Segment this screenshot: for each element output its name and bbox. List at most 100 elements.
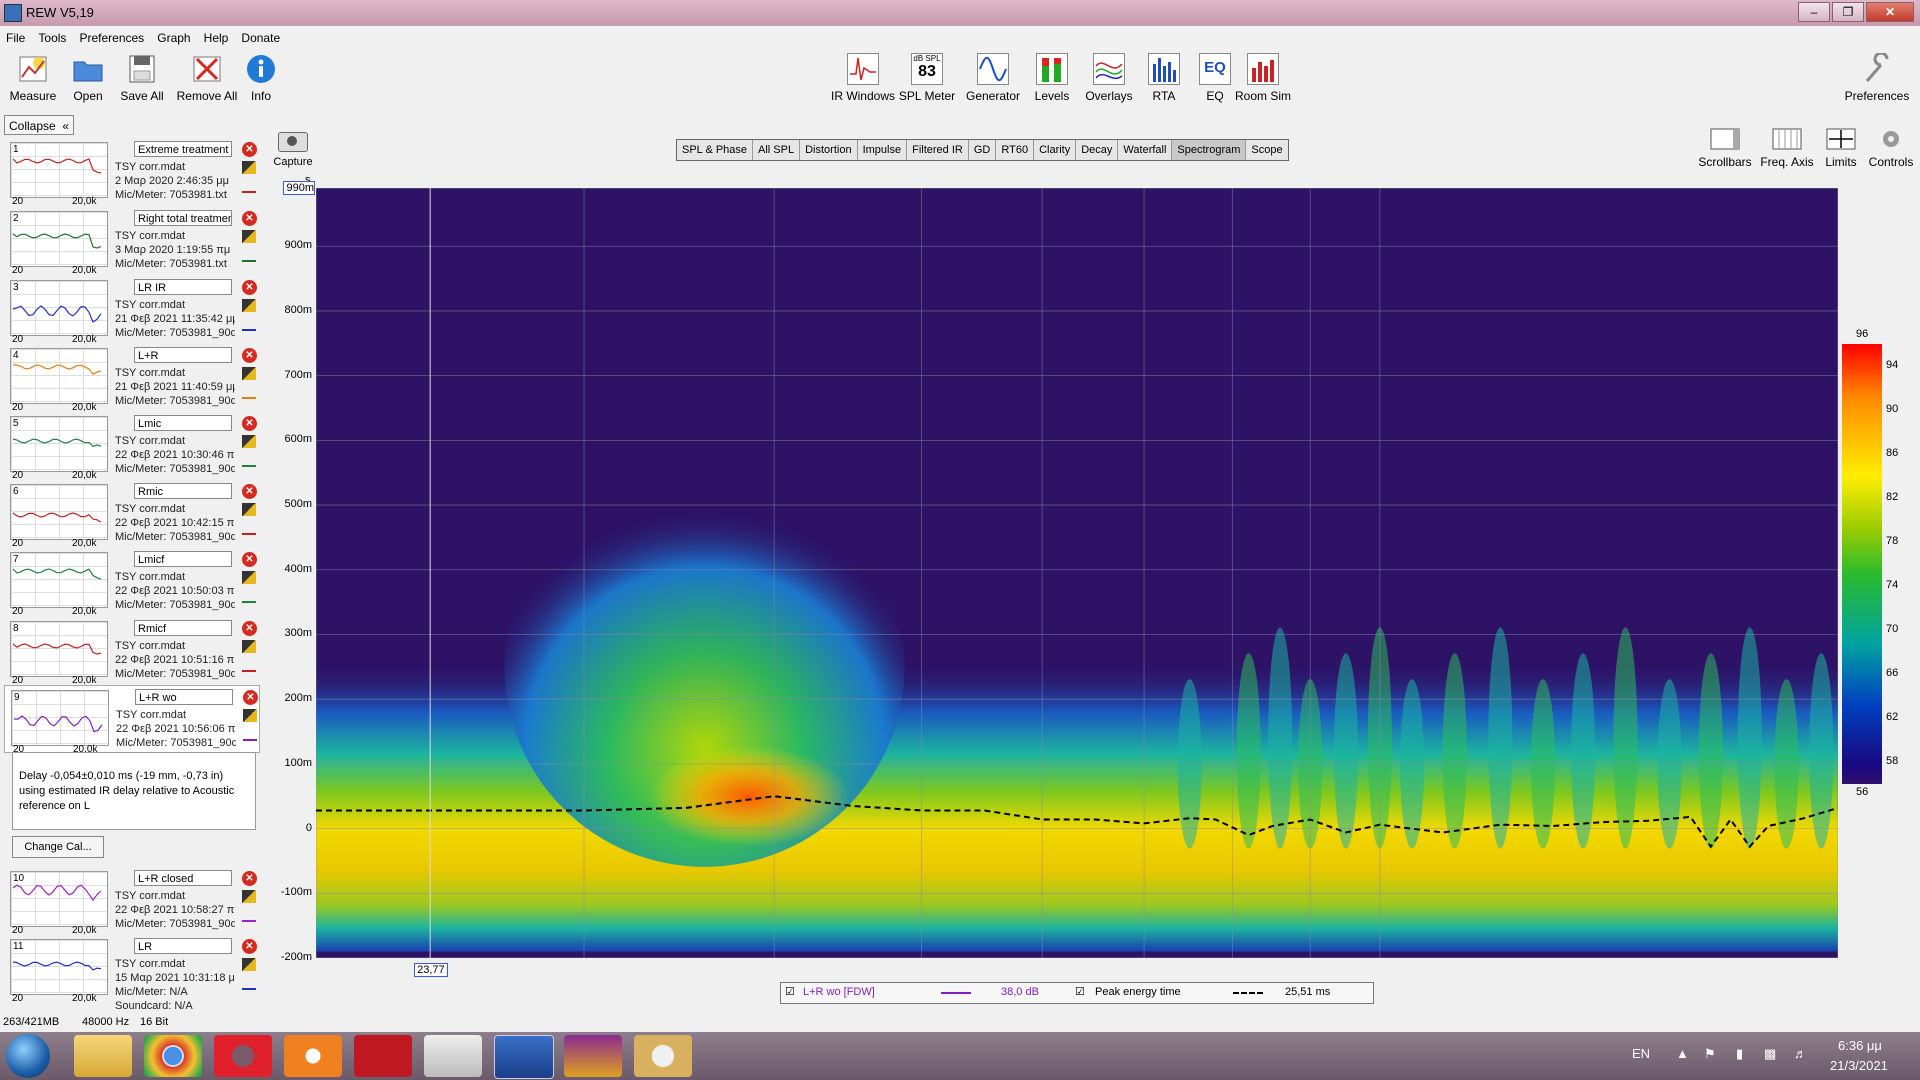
remove-measurement-icon[interactable]: ✕	[242, 416, 257, 431]
measurement-color-icon[interactable]	[242, 975, 256, 990]
tab-impulse[interactable]: Impulse	[858, 140, 908, 160]
measurement-color-icon[interactable]	[242, 907, 256, 922]
remove-measurement-icon[interactable]: ✕	[242, 484, 257, 499]
measurement-color-icon[interactable]	[242, 247, 256, 262]
minimize-button[interactable]: –	[1798, 2, 1830, 22]
save-all-button[interactable]: Save All	[107, 50, 177, 103]
measurement-chart-icon[interactable]	[242, 958, 256, 971]
volume-icon[interactable]: ♬	[1794, 1046, 1807, 1061]
measurement-name-field[interactable]: L+R	[134, 347, 232, 363]
measurement-thumbnail[interactable]	[10, 211, 108, 267]
measurement-item[interactable]: 9 20 20,0k L+R wo ✕ TSY corr.mdat 22 Φεβ 2021 …	[4, 685, 260, 763]
remove-measurement-icon[interactable]: ✕	[242, 280, 257, 295]
remove-measurement-icon[interactable]: ✕	[242, 348, 257, 363]
measurement-chart-icon[interactable]	[243, 709, 257, 722]
measurement-chart-icon[interactable]	[242, 367, 256, 380]
measurement-chart-icon[interactable]	[242, 230, 256, 243]
remove-measurement-icon[interactable]: ✕	[242, 211, 257, 226]
measurement-name-field[interactable]: LR IR	[134, 279, 232, 295]
measurement-item[interactable]: 5 20 20,0k Lmic ✕ TSY corr.mdat 22 Φεβ 2021 10…	[4, 412, 260, 481]
tab-waterfall[interactable]: Waterfall	[1118, 140, 1173, 160]
menu-tools[interactable]: Tools	[32, 28, 70, 45]
measurement-chart-icon[interactable]	[242, 640, 256, 653]
legend-checkbox-series2[interactable]: ☑	[1075, 985, 1085, 998]
tab-scope[interactable]: Scope	[1246, 140, 1287, 160]
rew-taskbar-icon[interactable]	[494, 1035, 554, 1079]
measurement-item[interactable]: 4 20 20,0k L+R ✕ TSY corr.mdat 21 Φεβ 2021 11:…	[4, 344, 260, 413]
spl-meter-button[interactable]: dB SPL 83 SPL Meter	[892, 50, 962, 103]
measurement-color-icon[interactable]	[242, 520, 256, 535]
tab-decay[interactable]: Decay	[1076, 140, 1119, 160]
tab-clarity[interactable]: Clarity	[1034, 140, 1077, 160]
remove-measurement-icon[interactable]: ✕	[242, 142, 257, 157]
controls-button[interactable]: Controls	[1856, 124, 1920, 169]
measurement-item[interactable]: 7 20 20,0k Lmicf ✕ TSY corr.mdat 22 Φεβ 2021 1…	[4, 548, 260, 617]
measurement-thumbnail[interactable]	[10, 142, 108, 198]
measurement-thumbnail[interactable]	[10, 416, 108, 472]
tab-spectrogram[interactable]: Spectrogram	[1172, 140, 1247, 160]
measurement-name-field[interactable]: L+R closed	[134, 870, 232, 886]
measurement-name-field[interactable]: Extreme treatment	[134, 141, 232, 157]
menu-donate[interactable]: Donate	[235, 28, 284, 45]
measurement-name-field[interactable]: Rmic	[134, 483, 232, 499]
legend-checkbox-series1[interactable]: ☑	[785, 985, 795, 998]
measurement-item[interactable]: 11 20 20,0k LR ✕ TSY corr.mdat 15 Μαρ 2021 10:…	[4, 935, 260, 1012]
measurement-chart-icon[interactable]	[242, 161, 256, 174]
preferences-button[interactable]: Preferences	[1842, 50, 1912, 103]
measurement-thumbnail[interactable]	[10, 871, 108, 927]
measurement-color-icon[interactable]	[242, 588, 256, 603]
spectrogram-chart[interactable]: 2030405060708090100200Hz	[316, 188, 1838, 958]
measurement-thumbnail[interactable]	[10, 484, 108, 540]
measurement-item[interactable]: 10 20 20,0k L+R closed ✕ TSY corr.mdat 22 Φεβ …	[4, 867, 260, 936]
remove-measurement-icon[interactable]: ✕	[242, 871, 257, 886]
measurement-item[interactable]: 1 20 20,0k Extreme treatment ✕ TSY corr.mdat 2…	[4, 138, 260, 207]
measurement-chart-icon[interactable]	[242, 503, 256, 516]
tab-all-spl[interactable]: All SPL	[753, 140, 801, 160]
paint-icon[interactable]	[634, 1035, 692, 1077]
measurement-name-field[interactable]: Lmic	[134, 415, 232, 431]
menu-file[interactable]: File	[0, 28, 29, 45]
measurement-color-icon[interactable]	[242, 657, 256, 672]
room-sim-button[interactable]: Room Sim	[1228, 50, 1298, 103]
measurement-name-field[interactable]: L+R wo	[135, 689, 233, 705]
info-button[interactable]: Info	[226, 50, 296, 103]
clock-date[interactable]: 21/3/2021	[1830, 1058, 1888, 1073]
tab-gd[interactable]: GD	[969, 140, 997, 160]
measurement-thumbnail[interactable]	[10, 939, 108, 995]
maximize-button[interactable]: ❐	[1832, 2, 1864, 22]
measurement-chart-icon[interactable]	[242, 890, 256, 903]
clock-time[interactable]: 6:36 μμ	[1838, 1038, 1882, 1053]
measurement-name-field[interactable]: Lmicf	[134, 551, 232, 567]
notepad-icon[interactable]	[424, 1035, 482, 1077]
remove-measurement-icon[interactable]: ✕	[242, 939, 257, 954]
measurement-name-field[interactable]: LR	[134, 938, 232, 954]
measurement-thumbnail[interactable]	[10, 280, 108, 336]
measurement-item[interactable]: 8 20 20,0k Rmicf ✕ TSY corr.mdat 22 Φεβ 2021 1…	[4, 617, 260, 686]
scrollbars-button[interactable]: Scrollbars	[1690, 124, 1760, 169]
vpn-icon[interactable]	[284, 1035, 342, 1077]
measurement-thumbnail[interactable]	[10, 621, 108, 677]
menu-help[interactable]: Help	[198, 28, 233, 45]
measurement-color-icon[interactable]	[242, 316, 256, 331]
measurement-thumbnail[interactable]	[11, 690, 109, 746]
chrome-icon[interactable]	[144, 1035, 202, 1077]
measurement-thumbnail[interactable]	[10, 552, 108, 608]
network-icon[interactable]: ▩	[1764, 1046, 1776, 1062]
measurement-name-field[interactable]: Rmicf	[134, 620, 232, 636]
measurement-color-icon[interactable]	[242, 384, 256, 399]
remove-measurement-icon[interactable]: ✕	[242, 552, 257, 567]
tab-rt60[interactable]: RT60	[996, 140, 1035, 160]
windows-start-button[interactable]	[6, 1034, 50, 1078]
change-cal-button[interactable]: Change Cal...	[12, 836, 104, 858]
measurement-item[interactable]: 2 20 20,0k Right total treatment ✕ TSY corr.m…	[4, 207, 260, 276]
measurement-thumbnail[interactable]	[10, 348, 108, 404]
close-button[interactable]: ✕	[1866, 2, 1914, 22]
measurement-item[interactable]: 6 20 20,0k Rmic ✕ TSY corr.mdat 22 Φεβ 2021 10…	[4, 480, 260, 549]
flag-icon[interactable]: ⚑	[1704, 1046, 1716, 1062]
capture-button[interactable]: Capture	[272, 128, 314, 168]
measurement-chart-icon[interactable]	[242, 299, 256, 312]
measurement-color-icon[interactable]	[242, 452, 256, 467]
tray-arrow-icon[interactable]: ▲	[1676, 1046, 1689, 1061]
measurement-name-field[interactable]: Right total treatment	[134, 210, 232, 226]
measurement-chart-icon[interactable]	[242, 571, 256, 584]
